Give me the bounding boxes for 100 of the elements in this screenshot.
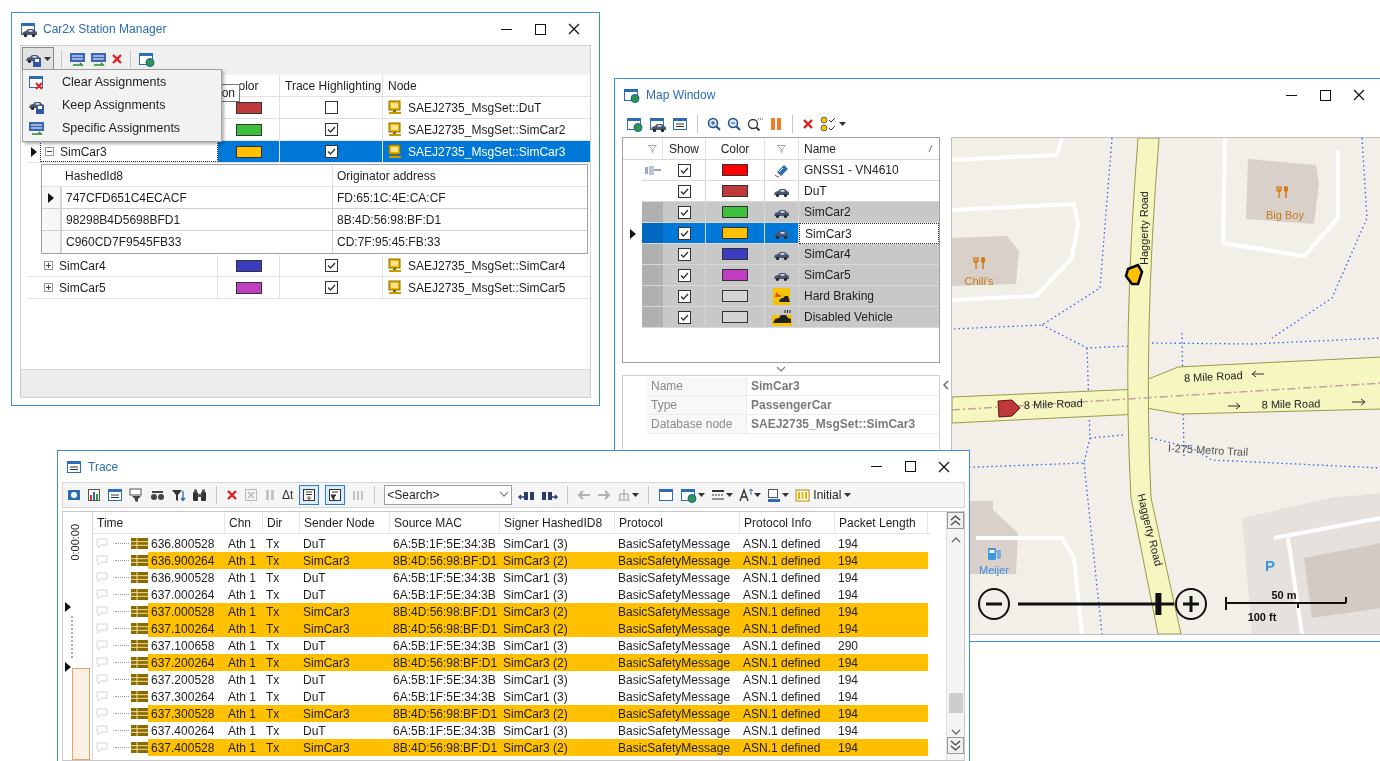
- dropdown-button[interactable]: [617, 488, 640, 502]
- map-view[interactable]: Big Boy Chili's Meijer P Haggerty Road 8 Mile Road 8 Mile Road 8 Mile Road I-275 Metro Trail Haggerty Road 50 m 100 ft: [951, 137, 1380, 635]
- expand-icon[interactable]: [44, 261, 53, 270]
- trace-row[interactable]: 637.100264 Ath 1 Tx SimCar3 8B:4D:56:98:BF:D1 SimCar3 (2) BasicSafetyMessage ASN.1 defined 194: [93, 620, 930, 637]
- slider-thumb[interactable]: [1155, 593, 1162, 615]
- scroll-down-icon[interactable]: [950, 729, 961, 735]
- column-header[interactable]: Node: [388, 76, 417, 95]
- filter-icon[interactable]: [129, 488, 144, 502]
- toggle-button[interactable]: [299, 485, 320, 505]
- table-row[interactable]: Hard Braking: [623, 286, 939, 307]
- delta-time-button[interactable]: Δt: [282, 486, 294, 504]
- zoom-in-button[interactable]: [1175, 588, 1207, 620]
- menu-item[interactable]: Clear Assignments: [23, 71, 221, 94]
- checkbox[interactable]: [677, 184, 691, 198]
- checkbox[interactable]: [324, 281, 338, 294]
- window-icon[interactable]: [107, 488, 123, 502]
- trace-row[interactable]: 637.400528 Ath 1 Tx SimCar3 8B:4D:56:98:BF:D1 SimCar3 (2) BasicSafetyMessage ASN.1 defined 194: [93, 739, 930, 756]
- checkbox[interactable]: [677, 205, 691, 219]
- toggle-button[interactable]: [325, 485, 346, 505]
- trace-row[interactable]: 636.800528 Ath 1 Tx DuT 6A:5B:1F:5E:34:3B SimCar1 (3) BasicSafetyMessage ASN.1 defined 194: [93, 535, 930, 552]
- delete-icon[interactable]: [111, 53, 123, 65]
- column-header[interactable]: Packet Length: [839, 513, 916, 532]
- window-car-icon[interactable]: [649, 116, 666, 132]
- search-field[interactable]: <Search>: [384, 485, 513, 505]
- table-row[interactable]: SimCar5 SAEJ2735_MsgSet::SimCar5: [28, 277, 590, 299]
- checkbox[interactable]: [677, 289, 691, 303]
- zoom-out-icon[interactable]: [727, 117, 741, 131]
- scroll-top-icon[interactable]: [947, 512, 964, 529]
- dropdown-button[interactable]: [22, 47, 54, 71]
- column-header[interactable]: Chn: [229, 513, 251, 532]
- trace-row[interactable]: 637.000528 Ath 1 Tx SimCar3 8B:4D:56:98:BF:D1 SimCar3 (2) BasicSafetyMessage ASN.1 defined 194: [93, 603, 930, 620]
- dropdown-button[interactable]: [711, 489, 734, 501]
- window-icon[interactable]: [672, 117, 688, 131]
- trace-row[interactable]: 637.400264 Ath 1 Tx DuT 6A:5B:1F:5E:34:3B SimCar1 (3) BasicSafetyMessage ASN.1 defined 194: [93, 722, 930, 739]
- scroll-up-icon[interactable]: [950, 537, 961, 543]
- column-header[interactable]: Color: [720, 139, 750, 158]
- dropdown-button[interactable]: [680, 487, 706, 503]
- column-header[interactable]: Sender Node: [304, 513, 375, 532]
- trace-row[interactable]: 636.900528 Ath 1 Tx DuT 6A:5B:1F:5E:34:3B SimCar1 (3) BasicSafetyMessage ASN.1 defined 194: [93, 569, 930, 586]
- table-row[interactable]: SimCar5: [623, 265, 939, 286]
- table-row[interactable]: DuT: [623, 181, 939, 202]
- window-globe-icon[interactable]: [626, 116, 643, 132]
- column-header[interactable]: Trace Highlighting: [285, 76, 382, 95]
- checkbox[interactable]: [324, 123, 338, 136]
- column-header[interactable]: Signer HashedID8: [504, 513, 603, 532]
- trace-row[interactable]: 637.200528 Ath 1 Tx DuT 6A:5B:1F:5E:34:3B SimCar1 (3) BasicSafetyMessage ASN.1 defined 194: [93, 671, 930, 688]
- filter-icon[interactable]: [171, 488, 186, 502]
- trace-row[interactable]: 637.300264 Ath 1 Tx DuT 6A:5B:1F:5E:34:3B SimCar1 (3) BasicSafetyMessage ASN.1 defined 194: [93, 688, 930, 705]
- bar-chart-icon[interactable]: [87, 488, 101, 502]
- column-header[interactable]: Name: [804, 139, 836, 158]
- document-icon[interactable]: [90, 51, 107, 67]
- table-row[interactable]: Disabled Vehicle: [623, 307, 939, 328]
- table-row[interactable]: SimCar4: [623, 244, 939, 265]
- checkbox[interactable]: [677, 163, 691, 177]
- pause-icon[interactable]: [769, 117, 783, 131]
- scroll-bottom-icon[interactable]: [947, 737, 964, 754]
- trace-row[interactable]: 637.300528 Ath 1 Tx SimCar3 8B:4D:56:98:BF:D1 SimCar3 (2) BasicSafetyMessage ASN.1 defined 194: [93, 705, 930, 722]
- column-header[interactable]: Originator address: [337, 166, 436, 185]
- delete-icon[interactable]: [802, 118, 814, 130]
- sort-icon[interactable]: [928, 144, 933, 153]
- expand-icon[interactable]: [44, 283, 53, 292]
- table-row[interactable]: SimCar3: [623, 223, 939, 244]
- collapse-icon[interactable]: [941, 380, 950, 390]
- zoom-slider[interactable]: [1018, 593, 1174, 615]
- column-header[interactable]: Protocol: [619, 513, 664, 532]
- trace-row[interactable]: 637.000264 Ath 1 Tx DuT 6A:5B:1F:5E:34:3B SimCar1 (3) BasicSafetyMessage ASN.1 defined 194: [93, 586, 930, 603]
- binoculars-icon[interactable]: [192, 488, 207, 502]
- checkbox[interactable]: [324, 145, 338, 158]
- dropdown-button[interactable]: [767, 488, 790, 502]
- column-header[interactable]: Show: [669, 139, 699, 158]
- column-header[interactable]: Protocol Info: [744, 513, 812, 532]
- checkbox[interactable]: [324, 101, 338, 114]
- zoom-icon[interactable]: [747, 117, 763, 131]
- scrollbar-thumb[interactable]: [948, 693, 963, 713]
- glasses-icon[interactable]: [150, 488, 165, 502]
- column-header[interactable]: Source MAC: [394, 513, 463, 532]
- column-header[interactable]: Dir: [267, 513, 283, 532]
- checkbox[interactable]: [677, 310, 691, 324]
- column-header[interactable]: HashedId8: [65, 166, 124, 185]
- table-row[interactable]: SimCar4 SAEJ2735_MsgSet::SimCar4: [28, 255, 590, 277]
- checkbox[interactable]: [324, 259, 338, 272]
- table-row[interactable]: SimCar2: [623, 202, 939, 223]
- window-icon[interactable]: [658, 488, 675, 502]
- dropdown-button[interactable]: [820, 116, 846, 132]
- checkbox[interactable]: [677, 226, 691, 240]
- delete-icon[interactable]: [226, 489, 238, 501]
- row-header[interactable]: [42, 187, 61, 208]
- dropdown-button[interactable]: [739, 488, 762, 502]
- checkbox[interactable]: [677, 268, 691, 282]
- trace-row[interactable]: 637.100658 Ath 1 Tx DuT 6A:5B:1F:5E:34:3B SimCar1 (3) BasicSafetyMessage ASN.1 defined 290: [93, 637, 930, 654]
- layout-button[interactable]: Initial: [795, 486, 852, 504]
- checkbox[interactable]: [677, 247, 691, 261]
- column-header[interactable]: Time: [97, 513, 124, 532]
- trace-row[interactable]: 637.200264 Ath 1 Tx SimCar3 8B:4D:56:98:BF:D1 SimCar3 (2) BasicSafetyMessage ASN.1 defined 194: [93, 654, 930, 671]
- window-globe-icon[interactable]: [138, 51, 155, 67]
- table-row[interactable]: GNSS1 - VN4610: [623, 160, 939, 181]
- zoom-out-button[interactable]: [978, 588, 1010, 620]
- zoom-in-icon[interactable]: [707, 117, 721, 131]
- table-row[interactable]: SimCar3 SAEJ2735_MsgSet::SimCar3: [28, 141, 590, 163]
- scrollbar[interactable]: [946, 512, 964, 760]
